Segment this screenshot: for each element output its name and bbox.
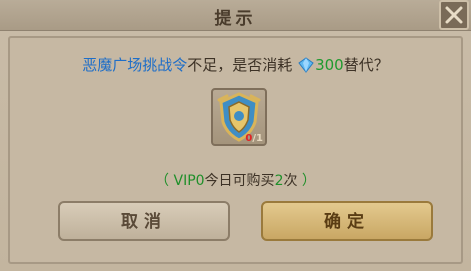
vip-purchase-limit: （ VIP0今日可购买2次 ） xyxy=(0,170,471,190)
dialog-title-bar: 提示 xyxy=(0,0,471,31)
vip-middle: 今日可购买 xyxy=(204,173,275,189)
close-icon xyxy=(445,6,463,24)
diamond-cost: 300 xyxy=(315,56,344,74)
purchase-confirm-dialog: 提示 恶魔广场挑战令不足，是否消耗 300替代？ 0/1 （ VIP0今日可购买… xyxy=(0,0,471,271)
dialog-title: 提示 xyxy=(214,9,257,29)
vip-level: VIP0 xyxy=(173,173,205,189)
cancel-button[interactable]: 取消 xyxy=(58,201,230,241)
item-name: 恶魔广场挑战令 xyxy=(82,56,188,74)
diamond-icon xyxy=(298,57,314,73)
vip-close-paren: ） xyxy=(297,173,316,189)
vip-open-paren: （ xyxy=(155,173,174,189)
item-count: 0/1 xyxy=(245,133,263,144)
item-required-count: /1 xyxy=(252,133,263,144)
message-middle: 不足，是否消耗 xyxy=(187,56,293,74)
close-button[interactable] xyxy=(439,0,469,30)
message-suffix: 替代？ xyxy=(343,56,389,74)
confirm-button[interactable]: 确定 xyxy=(261,201,433,241)
dialog-message: 恶魔广场挑战令不足，是否消耗 300替代？ xyxy=(0,54,471,75)
vip-unit: 次 xyxy=(283,173,298,189)
item-slot: 0/1 xyxy=(211,88,267,146)
